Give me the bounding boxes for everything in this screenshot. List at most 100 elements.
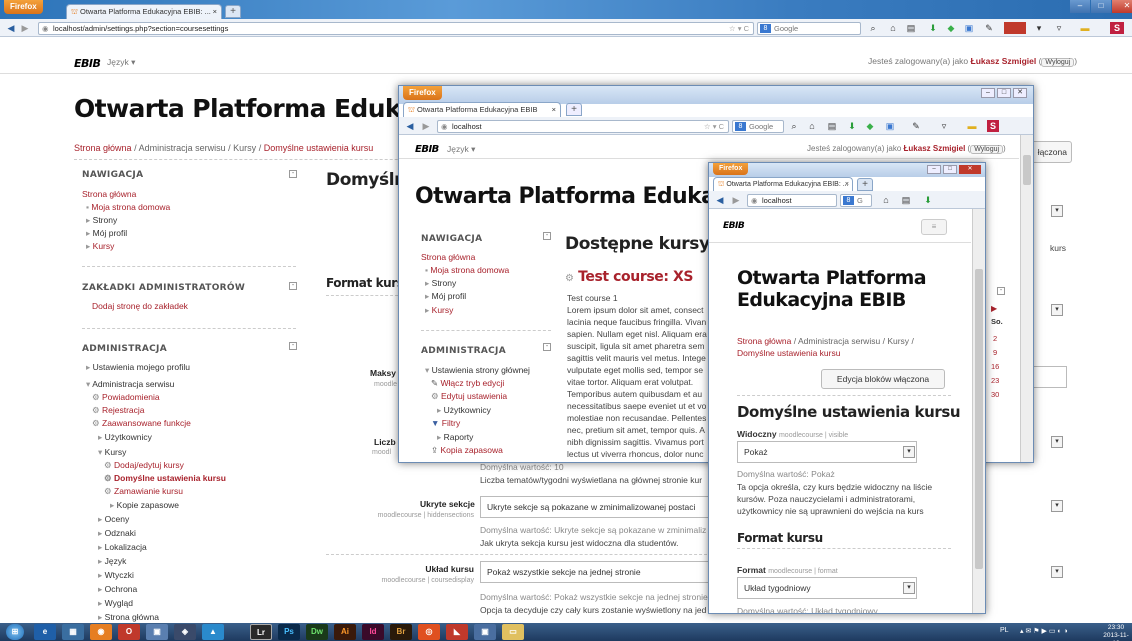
firefox-menu-button[interactable]: Firefox bbox=[403, 86, 442, 100]
close-icon[interactable]: ✕ bbox=[959, 165, 981, 174]
search-icon[interactable]: ⌕ bbox=[868, 23, 878, 33]
nav-item-home[interactable]: ▪ Moja strona domowa bbox=[425, 264, 509, 276]
firefox-taskbar-icon[interactable]: ◉ bbox=[90, 624, 112, 640]
nav-home[interactable]: Strona główna bbox=[421, 251, 475, 263]
bookmarks-icon[interactable]: ▤ bbox=[827, 121, 837, 131]
scrollbar[interactable] bbox=[1020, 135, 1033, 462]
admin-profile-settings[interactable]: ▸ Ustawienia mojego profilu bbox=[86, 361, 190, 373]
logout-button[interactable]: Wyloguj bbox=[970, 145, 1004, 154]
colorpicker-icon[interactable] bbox=[1004, 22, 1026, 34]
search-bar[interactable]: 8 Google bbox=[757, 22, 861, 35]
filters-link[interactable]: ▼ Filtry bbox=[431, 417, 460, 429]
back-icon[interactable]: ◀ bbox=[715, 195, 725, 205]
nav-item-pages[interactable]: ▸ Strony bbox=[86, 214, 117, 226]
close-icon[interactable]: ✕ bbox=[1013, 88, 1027, 98]
illustrator-icon[interactable]: Ai bbox=[334, 624, 356, 640]
admin-badges[interactable]: ▸ Odznaki bbox=[98, 527, 136, 539]
nav-item-home[interactable]: ▪ Moja strona domowa bbox=[86, 201, 170, 213]
lightroom-icon[interactable]: Lr bbox=[250, 624, 272, 640]
user-link[interactable]: Łukasz Szmigiel bbox=[971, 56, 1037, 66]
forward-icon[interactable]: ▶ bbox=[20, 23, 30, 33]
home-icon[interactable]: ⌂ bbox=[881, 195, 891, 205]
nav-item-courses[interactable]: ▸ Kursy bbox=[425, 304, 453, 316]
bookmarks-icon[interactable]: ▤ bbox=[901, 195, 911, 205]
maximize-icon[interactable]: □ bbox=[1091, 0, 1111, 13]
tray-icons[interactable]: ▴ ✉ ⚑ ▶ ▭ ◐ ◑ bbox=[1020, 627, 1068, 635]
hamburger-menu-icon[interactable]: ≡ bbox=[921, 219, 947, 235]
breadcrumb-home[interactable]: Strona główna bbox=[74, 143, 132, 153]
scrollbar-thumb[interactable] bbox=[975, 269, 983, 569]
firefox-menu-button[interactable]: Firefox bbox=[4, 0, 43, 14]
collapse-icon[interactable]: - bbox=[543, 343, 551, 351]
pin-icon[interactable]: ✎ bbox=[911, 121, 921, 131]
calendar-day[interactable]: 30 bbox=[991, 390, 999, 399]
nav-home[interactable]: Strona główna bbox=[82, 188, 136, 200]
admin-courses[interactable]: ▾ Kursy bbox=[98, 446, 126, 458]
language-menu[interactable]: Język ▾ bbox=[107, 57, 135, 68]
scrollbar-thumb[interactable] bbox=[1023, 155, 1031, 185]
bridge-icon[interactable]: Br bbox=[390, 624, 412, 640]
admin-plugins[interactable]: ▸ Wtyczki bbox=[98, 569, 134, 581]
new-tab-button[interactable]: + bbox=[857, 178, 873, 191]
new-tab-button[interactable]: + bbox=[225, 5, 241, 18]
nav-item-profile[interactable]: ▸ Mój profil bbox=[86, 227, 127, 239]
breadcrumb-courses[interactable]: Kursy bbox=[233, 143, 256, 153]
scrollbar[interactable] bbox=[972, 209, 985, 613]
back-icon[interactable]: ◀ bbox=[6, 23, 16, 33]
extension-icon[interactable]: ▣ bbox=[964, 23, 974, 33]
add-bookmark-link[interactable]: Dodaj stronę do zakładek bbox=[92, 300, 188, 312]
minimize-icon[interactable]: – bbox=[1070, 0, 1090, 13]
calendar-next-icon[interactable]: ▶ bbox=[991, 304, 997, 313]
breadcrumb-current[interactable]: Domyślne ustawienia kursu bbox=[264, 143, 374, 153]
language-menu[interactable]: Język ▾ bbox=[447, 144, 475, 155]
hidden-sections-select[interactable]: Ukryte sekcje są pokazane w zminimalizow… bbox=[480, 496, 710, 518]
menu-icon[interactable]: ▿ bbox=[1054, 23, 1064, 33]
admin-course-defaults[interactable]: ⚙ Domyślne ustawienia kursu bbox=[104, 472, 226, 484]
url-bar[interactable]: ◉ localhost bbox=[747, 194, 837, 207]
minimize-icon[interactable]: – bbox=[981, 88, 995, 98]
download-icon[interactable]: ⬇ bbox=[923, 195, 933, 205]
app-icon[interactable]: ◈ bbox=[174, 624, 196, 640]
close-icon[interactable]: ✕ bbox=[1112, 0, 1132, 13]
format-select[interactable]: Układ tygodniowy bbox=[737, 577, 917, 599]
s-addon-icon[interactable]: S bbox=[1110, 22, 1124, 34]
bookmarks-icon[interactable]: ▤ bbox=[906, 23, 916, 33]
note-icon[interactable]: ▬ bbox=[1080, 23, 1090, 33]
users-link[interactable]: ▸ Użytkownicy bbox=[437, 404, 491, 416]
pocket-icon[interactable]: ▾ bbox=[1034, 23, 1044, 33]
app-icon[interactable]: ◣ bbox=[446, 624, 468, 640]
clock[interactable]: 23:30 2013-11-13 bbox=[1100, 624, 1132, 641]
backup-link[interactable]: ⇪ Kopia zapasowa bbox=[431, 444, 503, 456]
s-addon-icon[interactable]: S bbox=[987, 120, 999, 132]
course-link[interactable]: ⚙ Test course: XS bbox=[565, 269, 694, 285]
admin-notifications[interactable]: ⚙ Powiadomienia bbox=[92, 391, 160, 403]
breadcrumb-admin[interactable]: Administracja serwisu bbox=[139, 143, 226, 153]
reports-link[interactable]: ▸ Raporty bbox=[437, 431, 473, 443]
dropdown-arrow-icon[interactable]: ▾ bbox=[1051, 436, 1063, 448]
forward-icon[interactable]: ▶ bbox=[421, 121, 431, 131]
collapse-icon[interactable]: - bbox=[543, 232, 551, 240]
pin-icon[interactable]: ✎ bbox=[984, 23, 994, 33]
dropdown-arrow-icon[interactable]: ▾ bbox=[1051, 566, 1063, 578]
save-icon[interactable]: ▣ bbox=[474, 624, 496, 640]
folder-icon[interactable]: ▭ bbox=[502, 624, 524, 640]
dropdown-arrow-icon[interactable]: ▾ bbox=[903, 582, 915, 594]
admin-security[interactable]: ▸ Ochrona bbox=[98, 583, 137, 595]
edit-blocks-button[interactable]: Edycja bloków włączona bbox=[821, 369, 945, 389]
firefox-menu-button[interactable]: Firefox bbox=[713, 163, 749, 175]
site-logo[interactable]: EBIB bbox=[723, 221, 745, 231]
dropdown-arrow-icon[interactable]: ▾ bbox=[903, 446, 915, 458]
site-logo[interactable]: EBIB bbox=[415, 144, 439, 155]
admin-add-edit-courses[interactable]: ⚙ Dodaj/edytuj kursy bbox=[104, 459, 184, 471]
dreamweaver-icon[interactable]: Dw bbox=[306, 624, 328, 640]
start-button-icon[interactable]: ⊞ bbox=[6, 624, 24, 640]
photoshop-icon[interactable]: Ps bbox=[278, 624, 300, 640]
menu-icon[interactable]: ▿ bbox=[939, 121, 949, 131]
home-icon[interactable]: ⌂ bbox=[807, 121, 817, 131]
admin-grades[interactable]: ▸ Oceny bbox=[98, 513, 129, 525]
search-bar[interactable]: 8 Google bbox=[732, 120, 784, 133]
admin-users[interactable]: ▸ Użytkownicy bbox=[98, 431, 152, 443]
calendar-day[interactable]: 16 bbox=[991, 362, 999, 371]
tab-close-icon[interactable]: × bbox=[845, 178, 849, 191]
front-settings[interactable]: ▾ Ustawienia strony głównej bbox=[425, 364, 530, 376]
